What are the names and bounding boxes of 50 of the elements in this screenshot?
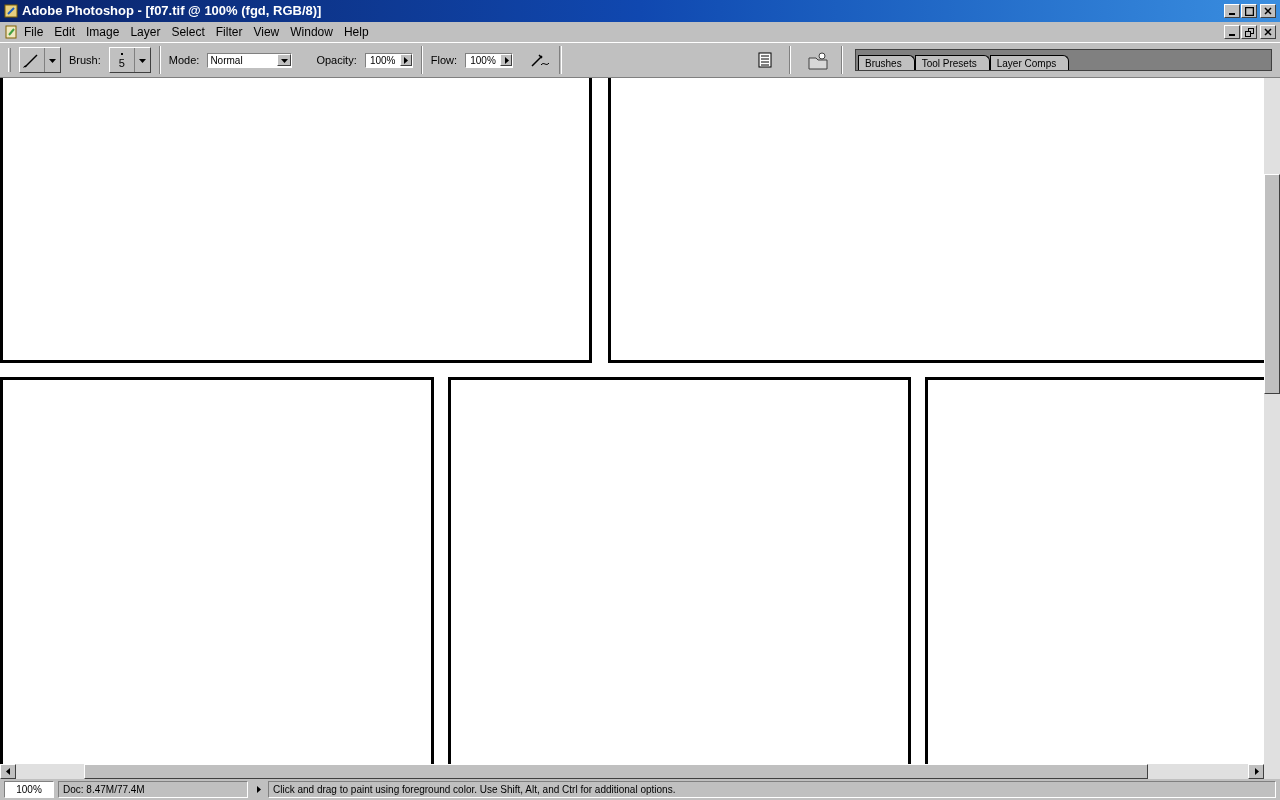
menu-item[interactable]: File	[19, 23, 49, 41]
maximize-button[interactable]	[1241, 4, 1257, 18]
menu-item[interactable]: View	[248, 23, 285, 41]
triangle-icon	[254, 786, 262, 793]
close-button[interactable]	[1260, 4, 1276, 18]
minimize-button[interactable]	[1224, 25, 1240, 39]
palette-tab[interactable]: Brushes	[858, 55, 915, 70]
triangle-icon	[1252, 768, 1260, 775]
menu-item[interactable]: Layer	[125, 23, 166, 41]
opacity-field[interactable]: 100%	[364, 52, 413, 68]
file-browser-icon[interactable]	[807, 50, 829, 70]
app-icon	[4, 4, 18, 18]
airbrush-icon[interactable]	[529, 51, 551, 69]
palette-menu-icon[interactable]	[757, 52, 773, 68]
maximize-icon	[1244, 6, 1254, 16]
palette-tab[interactable]: Layer Comps	[989, 55, 1070, 70]
caret-icon	[280, 56, 288, 64]
close-icon	[1264, 7, 1272, 15]
menu-item[interactable]: Window	[285, 23, 338, 41]
zoom-field[interactable]: 100%	[4, 781, 54, 798]
restore-icon	[1244, 27, 1254, 37]
document-size: Doc: 8.47M/77.4M	[58, 781, 248, 798]
caret-icon	[138, 56, 146, 64]
mode-dropdown[interactable]: Normal	[207, 52, 293, 68]
window-title: Adobe Photoshop - [f07.tif @ 100% (fgd, RGB/8)]	[22, 2, 323, 21]
mode-label: Mode:	[168, 52, 200, 68]
palette-tab[interactable]: Tool Presets	[914, 55, 990, 70]
tool-preset-picker[interactable]	[19, 47, 61, 73]
triangle-icon	[402, 56, 410, 64]
caret-icon	[49, 56, 56, 64]
status-hint: Click and drag to paint using foreground color. Use Shift, Alt, and Ctrl for additional options.	[268, 781, 1276, 798]
horizontal-scrollbar[interactable]	[0, 764, 1280, 779]
vertical-scrollbar[interactable]	[1264, 78, 1280, 764]
triangle-icon	[4, 768, 12, 775]
restore-button[interactable]	[1241, 25, 1257, 39]
menu-item[interactable]: Image	[81, 23, 125, 41]
triangle-icon	[502, 56, 510, 64]
brush-picker[interactable]: 5	[108, 47, 151, 73]
menu-item[interactable]: Edit	[49, 23, 81, 41]
flow-label: Flow:	[430, 52, 457, 68]
document-icon	[4, 25, 18, 39]
minimize-button[interactable]	[1224, 4, 1240, 18]
brush-label: Brush:	[69, 52, 101, 68]
opacity-label: Opacity:	[316, 52, 357, 68]
flow-field[interactable]: 100%	[465, 52, 513, 68]
menu-item[interactable]: Filter	[210, 23, 248, 41]
close-button[interactable]	[1260, 25, 1276, 39]
menu-item[interactable]: Help	[338, 23, 374, 41]
menu-item[interactable]: Select	[166, 23, 210, 41]
close-icon	[1264, 28, 1272, 36]
